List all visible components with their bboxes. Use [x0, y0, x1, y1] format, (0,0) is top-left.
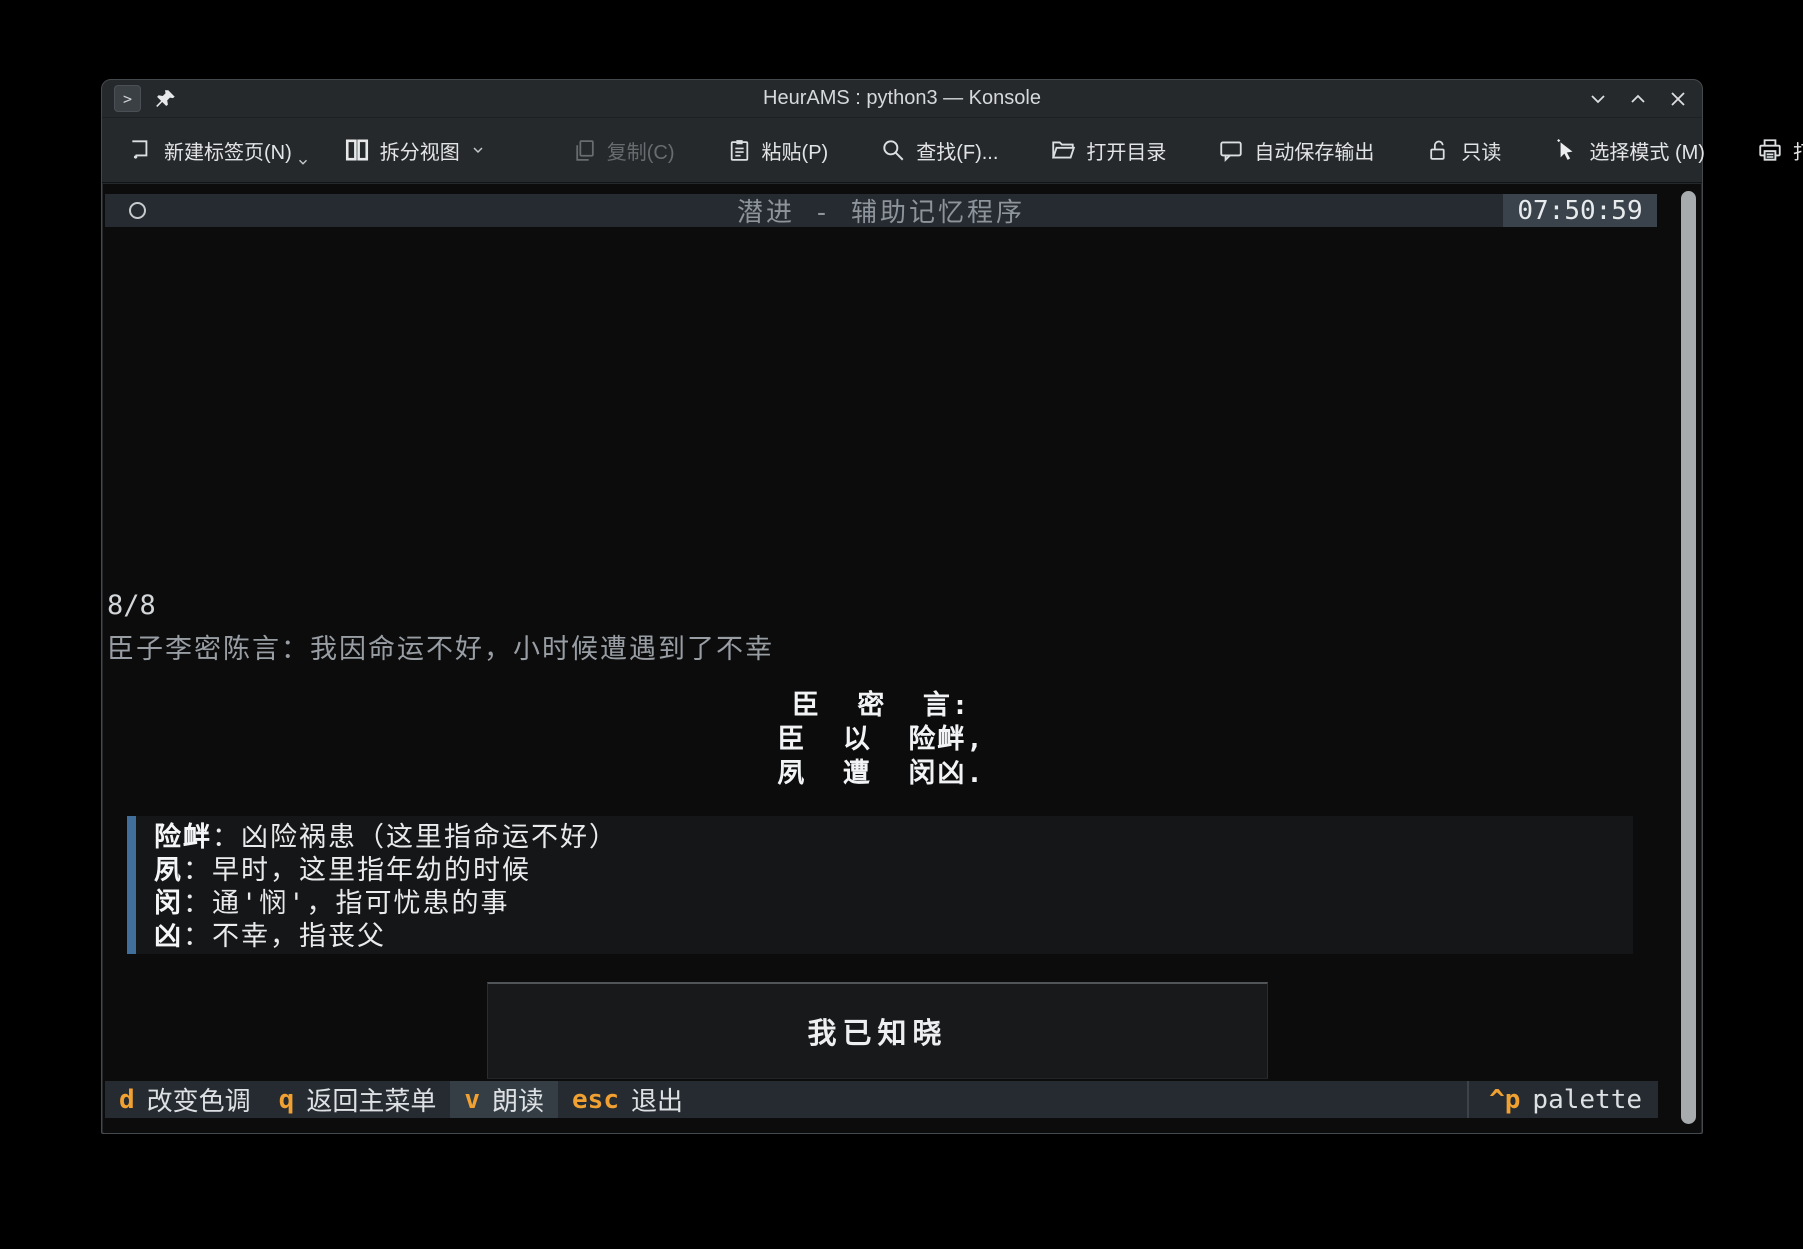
prompt-glyph: >: [123, 90, 132, 108]
toolbar: 新建标签页(N) 拆分视图 复制(C) 粘贴(P): [102, 118, 1702, 183]
split-view-icon: [344, 137, 370, 163]
paste-icon: [727, 138, 752, 163]
chevron-down-icon: [470, 142, 486, 158]
note-term: 夙: [154, 855, 183, 886]
terminal-screen[interactable]: 潜进 - 辅助记忆程序 07:50:59 8/8 臣子李密陈言：我因命运不好，小…: [103, 184, 1701, 1133]
hotkey-key: esc: [572, 1085, 619, 1115]
select-mode-label: 选择模式 (M): [1589, 136, 1705, 165]
close-icon[interactable]: [1666, 87, 1690, 111]
note-term: 闵: [154, 888, 183, 919]
hotkey-exit[interactable]: esc 退出: [558, 1081, 697, 1118]
autosave-output-label: 自动保存输出: [1254, 136, 1374, 165]
hotkey-change-theme[interactable]: d 改变色调: [105, 1081, 265, 1118]
open-directory-label: 打开目录: [1086, 136, 1166, 165]
hotkey-label: 朗读: [492, 1081, 544, 1118]
find-label: 查找(F)...: [916, 136, 998, 165]
hotkey-main-menu[interactable]: q 返回主菜单: [265, 1081, 451, 1118]
read-only-label: 只读: [1461, 136, 1501, 165]
konsole-window: > HeurAMS : python3 — Konsole 新建标签页(N): [101, 79, 1703, 1134]
hotkey-label: palette: [1532, 1085, 1642, 1115]
cursor-arrow-icon: [1553, 137, 1579, 163]
new-tab-label: 新建标签页(N): [164, 136, 292, 165]
note-term: 险衅: [154, 822, 212, 853]
split-view-label: 拆分视图: [380, 136, 460, 165]
print-button[interactable]: 打印: [1745, 128, 1803, 173]
note-row: 险衅：凶险祸患（这里指命运不好）: [154, 821, 1633, 854]
printer-icon: [1757, 137, 1783, 163]
app-header-bar: 潜进 - 辅助记忆程序 07:50:59: [105, 194, 1657, 227]
hotkey-key: d: [119, 1085, 135, 1115]
note-text: ：不幸，指丧父: [183, 921, 386, 952]
new-tab-icon: [128, 137, 154, 163]
note-text: ：早时，这里指年幼的时候: [183, 855, 531, 886]
copy-button[interactable]: 复制(C): [560, 128, 687, 173]
verse-line: 臣 以 险衅,: [103, 723, 1659, 757]
read-only-button[interactable]: 只读: [1414, 128, 1513, 173]
note-text: ：凶险祸患（这里指命运不好）: [212, 822, 618, 853]
verse-line: 夙 遭 闵凶.: [103, 757, 1659, 791]
app-title: 潜进 - 辅助记忆程序: [105, 192, 1657, 229]
copy-label: 复制(C): [607, 136, 675, 165]
verse-line: 臣 密 言:: [103, 689, 1659, 723]
window-title: HeurAMS : python3 — Konsole: [102, 87, 1702, 110]
status-bar: d 改变色调 q 返回主菜单 v 朗读 esc 退出 ^p palette: [105, 1081, 1658, 1118]
note-term: 凶: [154, 921, 183, 952]
notes-panel: 险衅：凶险祸患（这里指命运不好） 夙：早时，这里指年幼的时候 闵：通'悯'，指可…: [127, 816, 1633, 954]
hotkey-read-aloud[interactable]: v 朗读: [450, 1081, 558, 1118]
search-icon: [880, 137, 906, 163]
note-text: ：通'悯'，指可忧患的事: [183, 888, 510, 919]
output-bubble-icon: [1218, 137, 1244, 163]
lock-open-icon: [1426, 138, 1451, 163]
acknowledge-button[interactable]: 我已知晓: [487, 982, 1268, 1079]
copy-icon: [572, 138, 597, 163]
hotkey-key: ^p: [1489, 1085, 1520, 1115]
note-row: 闵：通'悯'，指可忧患的事: [154, 887, 1633, 920]
find-button[interactable]: 查找(F)...: [868, 128, 1010, 173]
maximize-icon[interactable]: [1626, 87, 1650, 111]
titlebar[interactable]: > HeurAMS : python3 — Konsole: [102, 80, 1702, 118]
print-label: 打印: [1793, 136, 1803, 165]
translation-hint: 臣子李密陈言：我因命运不好，小时候遭遇到了不幸: [107, 627, 774, 666]
split-view-button[interactable]: 拆分视图: [332, 128, 498, 173]
terminal-tab-icon[interactable]: >: [114, 85, 141, 112]
pin-icon[interactable]: [155, 88, 177, 110]
hotkey-label: 退出: [631, 1081, 683, 1118]
hotkey-label: 改变色调: [147, 1081, 251, 1118]
progress-counter: 8/8: [107, 590, 156, 621]
hotkey-palette[interactable]: ^p palette: [1467, 1081, 1658, 1118]
hotkey-key: q: [279, 1085, 295, 1115]
folder-icon: [1050, 137, 1076, 163]
clock-display: 07:50:59: [1503, 194, 1657, 227]
hotkey-label: 返回主菜单: [306, 1081, 436, 1118]
autosave-output-button[interactable]: 自动保存输出: [1206, 128, 1386, 173]
new-tab-button[interactable]: 新建标签页(N): [116, 128, 322, 173]
minimize-icon[interactable]: [1586, 87, 1610, 111]
note-row: 夙：早时，这里指年幼的时候: [154, 854, 1633, 887]
note-row: 凶：不幸，指丧父: [154, 920, 1633, 953]
verse-block: 臣 密 言: 臣 以 险衅, 夙 遭 闵凶.: [103, 689, 1659, 791]
open-directory-button[interactable]: 打开目录: [1038, 128, 1178, 173]
chevron-down-icon: [296, 155, 310, 169]
hotkey-key: v: [464, 1085, 480, 1115]
select-mode-button[interactable]: 选择模式 (M): [1541, 128, 1717, 173]
scrollbar[interactable]: [1681, 191, 1696, 1124]
paste-button[interactable]: 粘贴(P): [715, 128, 841, 173]
paste-label: 粘贴(P): [762, 136, 829, 165]
